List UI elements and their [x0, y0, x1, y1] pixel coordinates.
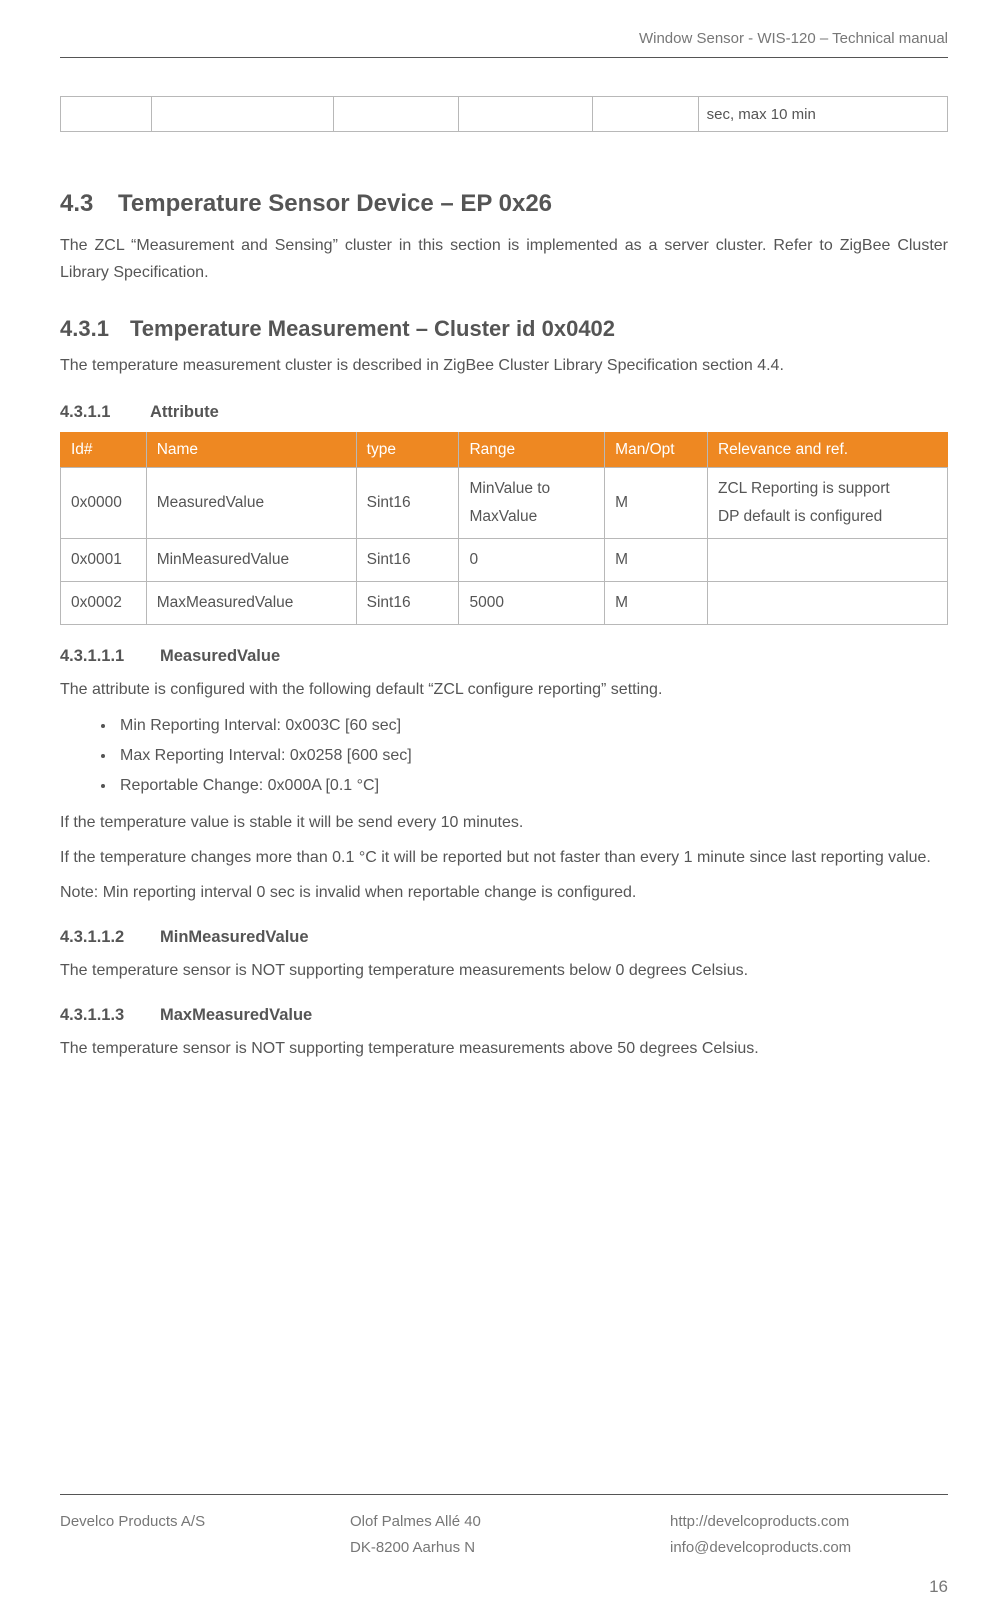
footer-rule [60, 1494, 948, 1495]
fragment-table: sec, max 10 min [60, 96, 948, 132]
mv-intro: The attribute is configured with the fol… [60, 676, 948, 703]
table-row: 0x0001 MinMeasuredValue Sint16 0 M [61, 539, 948, 582]
heading-4-3-1-1-3: 4.3.1.1.3MaxMeasuredValue [60, 1006, 948, 1025]
footer-company: Develco Products A/S [60, 1509, 350, 1561]
th-type: type [356, 433, 459, 468]
footer-mail: info@develcoproducts.com [670, 1535, 930, 1561]
th-man: Man/Opt [605, 433, 708, 468]
attribute-table: Id# Name type Range Man/Opt Relevance an… [60, 432, 948, 625]
footer-url: http://develcoproducts.com [670, 1509, 930, 1535]
minmv-para: The temperature sensor is NOT supporting… [60, 957, 948, 984]
heading-4-3-1-1: 4.3.1.1Attribute [60, 403, 948, 422]
th-name: Name [146, 433, 356, 468]
fragment-last-cell: sec, max 10 min [698, 97, 947, 132]
table-row: 0x0002 MaxMeasuredValue Sint16 5000 M [61, 582, 948, 625]
footer-addr2: DK-8200 Aarhus N [350, 1535, 670, 1561]
th-id: Id# [61, 433, 147, 468]
page-number: 16 [929, 1577, 948, 1597]
heading-4-3-1: 4.3.1Temperature Measurement – Cluster i… [60, 316, 948, 342]
heading-4-3: 4.3Temperature Sensor Device – EP 0x26 [60, 190, 948, 218]
para-4-3-1: The temperature measurement cluster is d… [60, 352, 948, 379]
mv-after-3: Note: Min reporting interval 0 sec is in… [60, 879, 948, 906]
maxmv-para: The temperature sensor is NOT supporting… [60, 1035, 948, 1062]
heading-4-3-1-1-1: 4.3.1.1.1MeasuredValue [60, 647, 948, 666]
th-rel: Relevance and ref. [707, 433, 947, 468]
table-row: 0x0000 MeasuredValue Sint16 MinValue to … [61, 468, 948, 539]
para-4-3: The ZCL “Measurement and Sensing” cluste… [60, 232, 948, 286]
mv-after-2: If the temperature changes more than 0.1… [60, 844, 948, 871]
list-item: Max Reporting Interval: 0x0258 [600 sec] [116, 741, 948, 771]
mv-after-1: If the temperature value is stable it wi… [60, 809, 948, 836]
list-item: Min Reporting Interval: 0x003C [60 sec] [116, 711, 948, 741]
list-item: Reportable Change: 0x000A [0.1 °C] [116, 771, 948, 801]
header-rule [60, 57, 948, 58]
page-footer: Develco Products A/S Olof Palmes Allé 40… [60, 1494, 948, 1561]
th-range: Range [459, 433, 605, 468]
doc-header: Window Sensor - WIS-120 – Technical manu… [60, 30, 948, 57]
mv-bullets: Min Reporting Interval: 0x003C [60 sec] … [116, 711, 948, 801]
footer-addr1: Olof Palmes Allé 40 [350, 1509, 670, 1535]
heading-4-3-1-1-2: 4.3.1.1.2MinMeasuredValue [60, 928, 948, 947]
